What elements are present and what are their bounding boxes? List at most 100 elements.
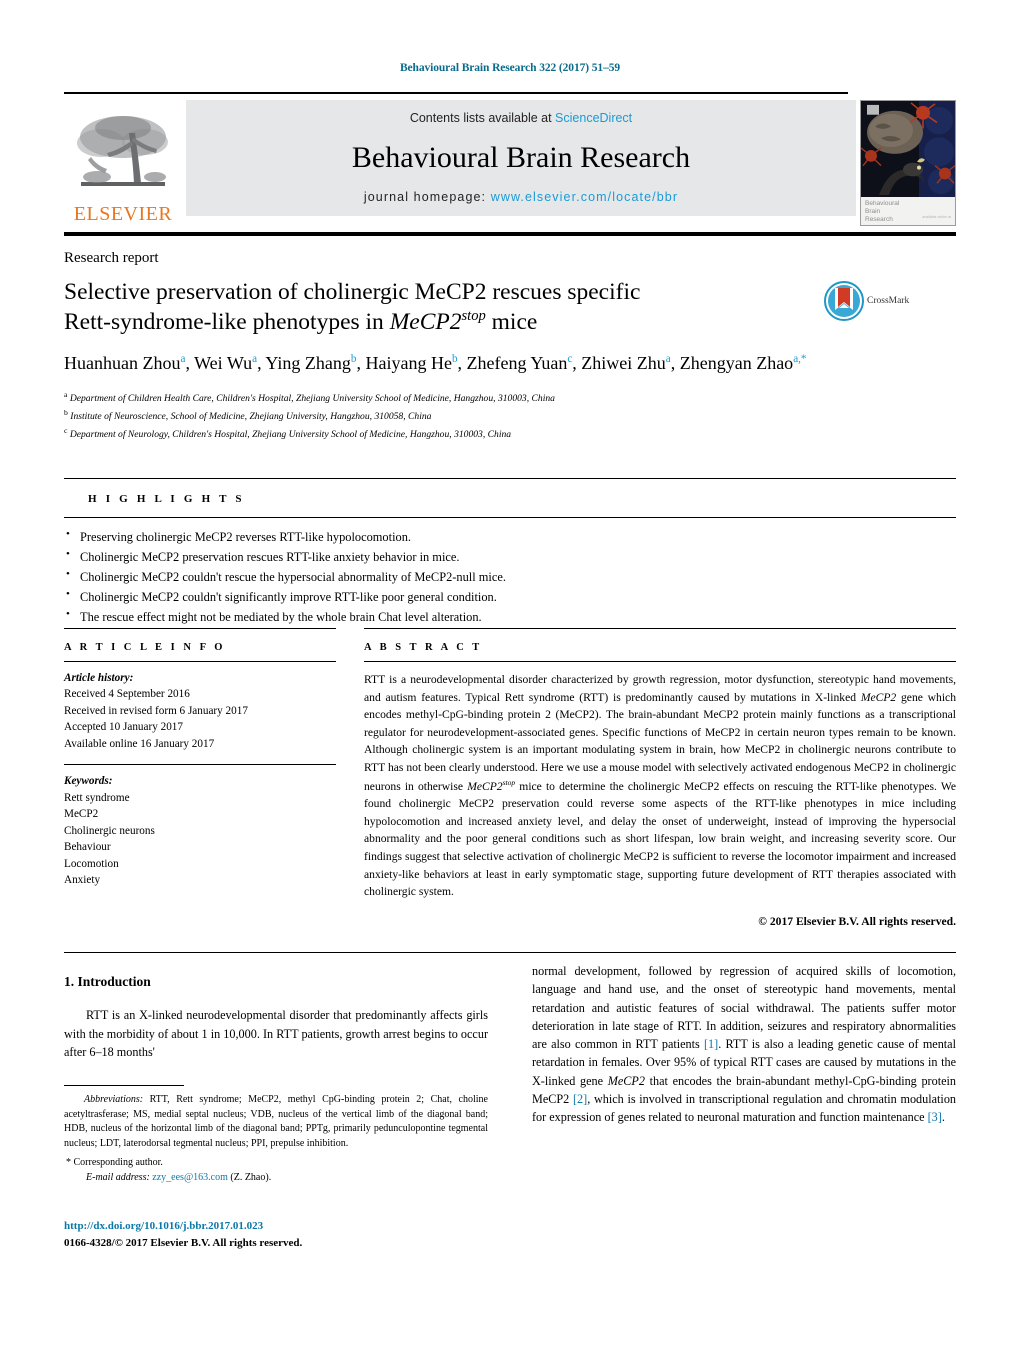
keywords-block: Keywords: Rett syndrome MeCP2 Cholinergi… [64, 773, 336, 888]
contents-prefix: Contents lists available at [409, 111, 556, 125]
title-line-1: Selective preservation of cholinergic Me… [64, 279, 641, 305]
affiliations: a Department of Children Health Care, Ch… [64, 389, 956, 443]
running-head: Behavioural Brain Research 322 (2017) 51… [399, 62, 621, 74]
title-gene-sup: stop [461, 308, 486, 325]
abstract-italic-2-sup: stop [502, 777, 516, 787]
introduction-paragraph-right: normal development, followed by regressi… [532, 962, 956, 1127]
elsevier-logo: ELSEVIER [64, 100, 182, 226]
abbreviations-note: Abbreviations: RTT, Rett syndrome; MeCP2… [64, 1093, 488, 1151]
affiliation-b-text: Institute of Neuroscience, School of Med… [70, 410, 432, 422]
body-column-right: normal development, followed by regressi… [532, 962, 956, 1127]
author-5-sep: , [670, 353, 680, 374]
author-6-name: Zhengyan Zhao [679, 353, 794, 374]
crossmark-badge[interactable]: CrossMark [824, 281, 924, 321]
citation-ref-2[interactable]: [2] [573, 1092, 587, 1106]
citation-ref-1[interactable]: [1] [704, 1037, 718, 1051]
sciencedirect-link[interactable]: ScienceDirect [555, 111, 632, 125]
list-item: Cholinergic MeCP2 couldn't rescue the hy… [64, 566, 956, 587]
keyword-item: MeCP2 [64, 808, 99, 821]
info-abstract-block: A R T I C L E I N F O Article history: R… [64, 628, 956, 928]
journal-masthead: ELSEVIER Contents lists available at Sci… [64, 92, 956, 236]
cover-caption: Behavioural Brain Research available onl… [861, 197, 955, 225]
journal-homepage-line: journal homepage: www.elsevier.com/locat… [364, 190, 678, 204]
intro-gene-italic: MeCP2 [607, 1073, 645, 1088]
cover-caption-line1: Behavioural [865, 200, 900, 207]
list-item: Cholinergic MeCP2 preservation rescues R… [64, 546, 956, 567]
cover-caption-tiny: available online at [922, 215, 951, 219]
author-1-name: Wei Wu [194, 353, 253, 374]
issn-copyright-line: 0166-4328/© 2017 Elsevier B.V. All right… [64, 1236, 303, 1249]
abstract-italic-2: MeCP2 [467, 779, 503, 793]
author-3-sep: , [457, 353, 467, 374]
author-3: Haiyang Heb, [365, 353, 466, 373]
author-0-sep: , [185, 353, 195, 374]
keyword-item: Behaviour [64, 841, 111, 854]
page-title: Selective preservation of cholinergic Me… [64, 277, 824, 337]
journal-cover-thumbnail: Behavioural Brain Research available onl… [860, 100, 956, 226]
footnotes-block: Abbreviations: RTT, Rett syndrome; MeCP2… [64, 1085, 488, 1186]
article-history-label: Article history: [64, 672, 134, 684]
corresponding-author-text: Corresponding author. [73, 1157, 163, 1169]
journal-title: Behavioural Brain Research [351, 140, 691, 174]
author-6-sup: a,* [793, 353, 807, 366]
author-0-name: Huanhuan Zhou [64, 353, 181, 374]
keyword-item: Rett syndrome [64, 791, 130, 804]
author-2-name: Ying Zhang [265, 353, 351, 374]
author-4-name: Zhefeng Yuan [466, 353, 568, 374]
highlights-section: H I G H L I G H T S Preserving cholinerg… [64, 478, 956, 627]
highlights-label: H I G H L I G H T S [88, 493, 245, 505]
masthead-top-rule [64, 92, 848, 94]
abbreviations-label: Abbreviations: [84, 1094, 144, 1105]
title-line-2-post: mice [485, 309, 538, 336]
affiliation-a-marker: a [64, 389, 68, 399]
crossmark-label: CrossMark [867, 296, 910, 306]
intro-right-part-4: , which is involved in transcriptional r… [532, 1092, 957, 1125]
cover-artwork [861, 101, 955, 197]
introduction-paragraph-left: RTT is an X-linked neurodevelopmental di… [64, 1008, 488, 1059]
keywords-label: Keywords: [64, 775, 113, 788]
abstract-top-rule [364, 628, 956, 629]
doi-link[interactable]: http://dx.doi.org/10.1016/j.bbr.2017.01.… [64, 1218, 504, 1235]
keyword-item: Cholinergic neurons [64, 824, 155, 837]
journal-homepage-link[interactable]: www.elsevier.com/locate/bbr [491, 190, 678, 204]
author-2: Ying Zhangb, [265, 353, 365, 373]
highlights-list: Preserving cholinergic MeCP2 reverses RT… [64, 526, 956, 627]
affiliation-c-marker: c [64, 425, 68, 435]
email-suffix: (Z. Zhao). [227, 1171, 272, 1183]
column-gap [336, 628, 364, 928]
abstract-italic-1: MeCP2 [860, 690, 897, 704]
elsevier-wordmark: ELSEVIER [73, 203, 173, 225]
abstract-column: A B S T R A C T RTT is a neurodevelopmen… [364, 628, 956, 928]
list-item: The rescue effect might not be mediated … [64, 606, 956, 627]
body-top-rule [64, 952, 956, 953]
citation-ref-3[interactable]: [3] [928, 1110, 942, 1124]
email-link[interactable]: zzy_ees@163.com [152, 1172, 228, 1183]
abstract-mid-rule [364, 661, 956, 662]
author-list: Huanhuan Zhoua, Wei Wua, Ying Zhangb, Ha… [64, 351, 864, 377]
history-received: Received 4 September 2016 [64, 688, 190, 701]
affiliation-b: b Institute of Neuroscience, School of M… [64, 407, 956, 425]
article-info-mid-rule [64, 661, 336, 662]
author-6: Zhengyan Zhaoa,* [680, 353, 807, 373]
article-info-top-rule [64, 628, 336, 629]
highlights-mid-rule [64, 517, 956, 518]
body-column-gap [488, 962, 532, 1127]
list-item: Preserving cholinergic MeCP2 reverses RT… [64, 526, 956, 547]
keyword-item: Locomotion [64, 857, 119, 870]
history-accepted: Accepted 10 January 2017 [64, 721, 183, 734]
highlights-top-rule [64, 478, 956, 479]
corresponding-author-note: * Corresponding author. [64, 1156, 488, 1171]
history-revised: Received in revised form 6 January 2017 [64, 704, 248, 717]
article-history: Article history: Received 4 September 20… [64, 670, 336, 752]
article-info-label: A R T I C L E I N F O [64, 642, 226, 653]
paper-page: Behavioural Brain Research 322 (2017) 51… [0, 0, 1020, 1351]
affiliation-b-marker: b [64, 407, 68, 417]
affiliation-a: a Department of Children Health Care, Ch… [64, 389, 956, 407]
abstract-text: RTT is a neurodevelopmental disorder cha… [364, 671, 956, 901]
article-info-column: A R T I C L E I N F O Article history: R… [64, 628, 336, 928]
abstract-part-2: gene which encodes methyl-CpG-binding pr… [364, 690, 956, 793]
homepage-prefix: journal homepage: [363, 190, 491, 204]
history-online: Available online 16 January 2017 [64, 737, 215, 750]
title-gene-name: MeCP2 [389, 309, 462, 336]
affiliation-c: c Department of Neurology, Children's Ho… [64, 425, 956, 443]
